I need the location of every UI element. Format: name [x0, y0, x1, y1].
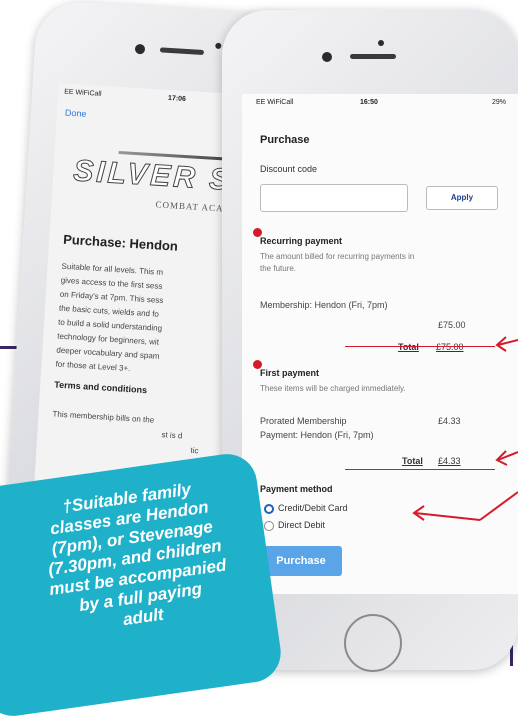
- arrow-payment-method: [414, 512, 481, 521]
- arrow-long: [479, 491, 518, 521]
